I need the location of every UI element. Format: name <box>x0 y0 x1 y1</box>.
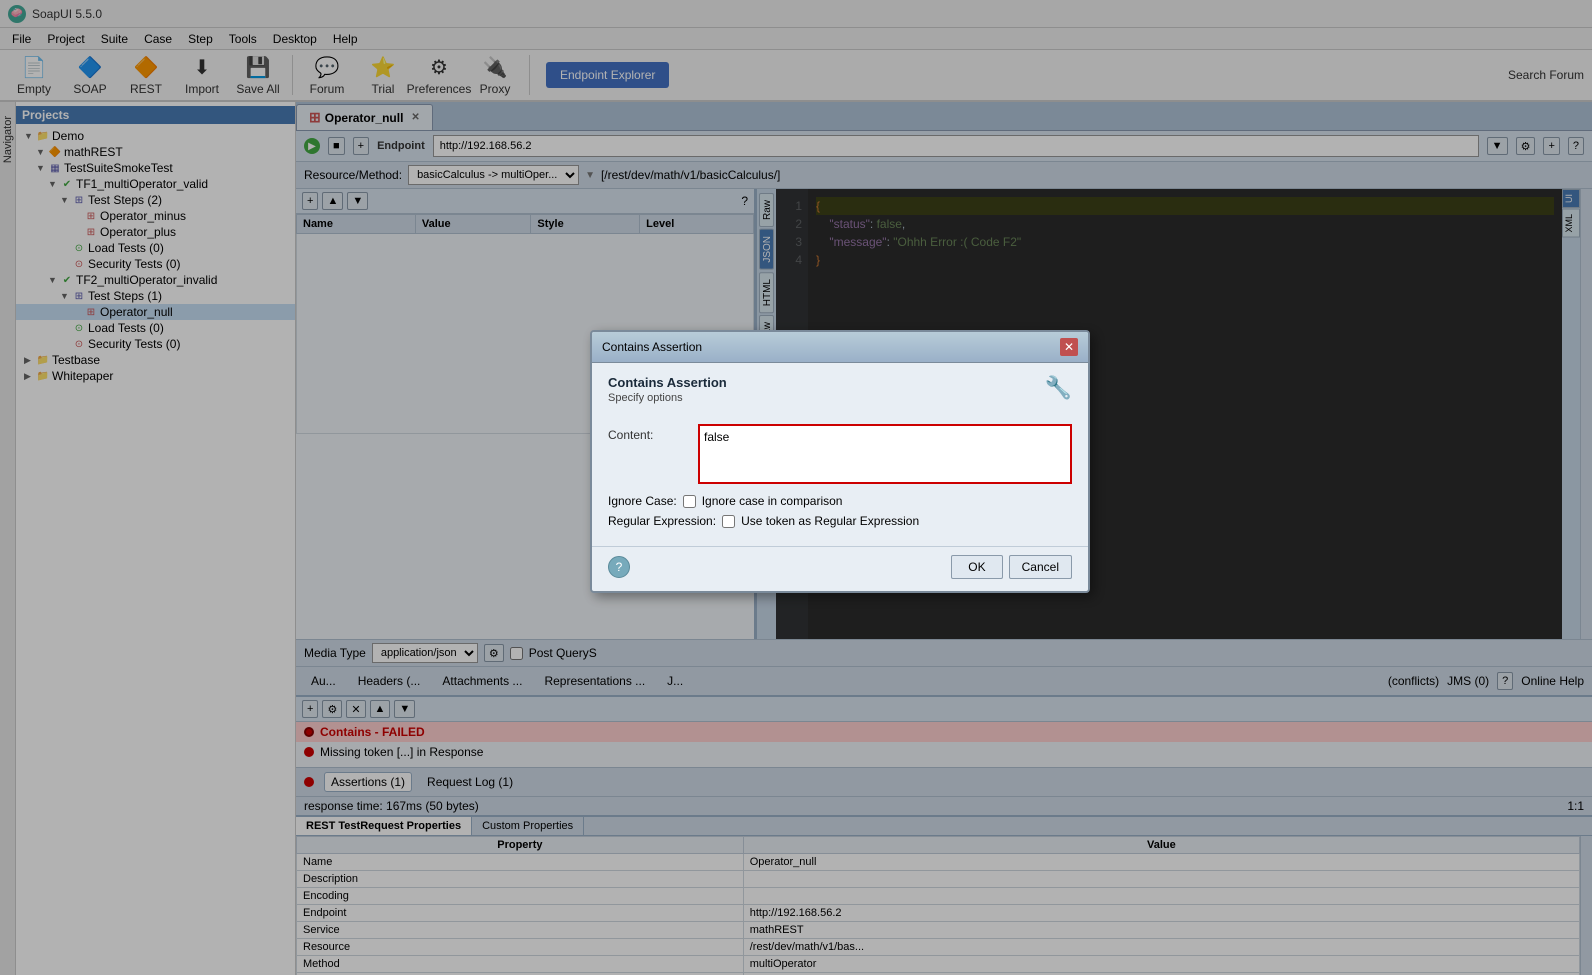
ignore-case-label: Ignore Case: <box>608 494 677 508</box>
regex-label: Regular Expression: <box>608 514 716 528</box>
content-input[interactable]: false <box>698 424 1072 484</box>
modal-overlay: Contains Assertion ✕ Contains Assertion … <box>0 0 1592 975</box>
content-value: false <box>704 430 729 444</box>
modal-footer: ? OK Cancel <box>592 546 1088 591</box>
ignore-case-checkbox[interactable] <box>683 495 696 508</box>
modal-title: Contains Assertion <box>602 340 702 354</box>
modal-body: Contains Assertion Specify options 🔧 Con… <box>592 363 1088 546</box>
regex-row: Regular Expression: Use token as Regular… <box>608 514 1072 528</box>
modal-cancel-button[interactable]: Cancel <box>1009 555 1072 579</box>
content-label: Content: <box>608 424 698 442</box>
modal-ok-button[interactable]: OK <box>951 555 1002 579</box>
modal-section-title: Contains Assertion <box>608 375 727 390</box>
modal-subtitle: Specify options <box>608 392 727 404</box>
modal-title-bar: Contains Assertion ✕ <box>592 332 1088 363</box>
tools-icon: 🔧 <box>1045 375 1072 401</box>
modal-close-button[interactable]: ✕ <box>1060 338 1078 356</box>
modal-help-button[interactable]: ? <box>608 556 630 578</box>
content-field-container: false <box>698 424 1072 484</box>
ignore-case-checkbox-label: Ignore case in comparison <box>702 494 843 508</box>
regex-checkbox-label: Use token as Regular Expression <box>741 514 919 528</box>
contains-assertion-modal: Contains Assertion ✕ Contains Assertion … <box>590 330 1090 593</box>
content-row: Content: false <box>608 424 1072 484</box>
ignore-case-row: Ignore Case: Ignore case in comparison <box>608 494 1072 508</box>
regex-checkbox[interactable] <box>722 515 735 528</box>
